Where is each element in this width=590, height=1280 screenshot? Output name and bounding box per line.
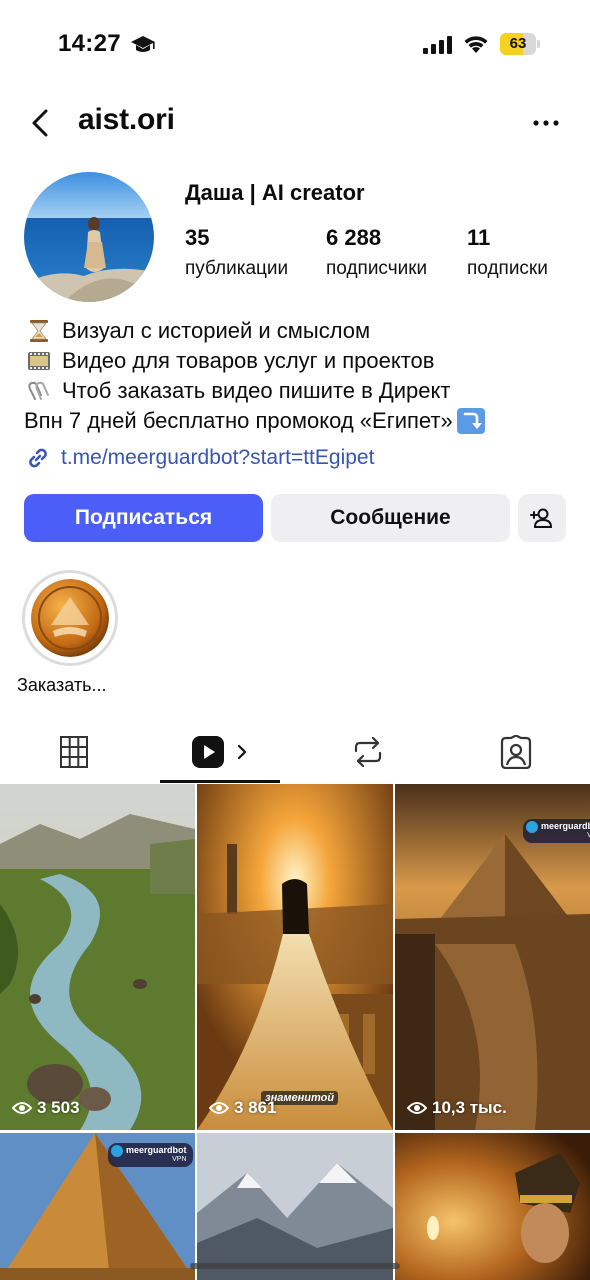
link-url[interactable]: t.me/meerguardbot?start=ttEgipet: [61, 446, 374, 470]
telegram-icon: [111, 1145, 123, 1157]
cellular-signal-icon: [423, 36, 452, 54]
active-tab-indicator: [160, 780, 280, 783]
reel-thumbnail[interactable]: знаменитой 3 861: [197, 784, 393, 1130]
more-dots-icon[interactable]: [528, 109, 564, 137]
eye-icon: [209, 1102, 229, 1114]
paperclips-icon: [28, 381, 49, 400]
stat-value: 35: [185, 225, 210, 250]
stat-following[interactable]: 11 подписки: [467, 225, 548, 280]
stat-followers[interactable]: 6 288 подписчики: [326, 225, 427, 280]
tab-reposts[interactable]: [308, 722, 428, 782]
follow-button[interactable]: Подписаться: [24, 494, 263, 542]
tab-posts[interactable]: [14, 722, 134, 782]
eye-icon: [407, 1102, 427, 1114]
telegram-icon: [526, 821, 538, 833]
view-count: 3 503: [12, 1098, 80, 1118]
profile-header: aist.ori: [0, 95, 590, 151]
view-count: 3 861: [209, 1098, 277, 1118]
bio-line: Чтоб заказать видео пишите в Директ: [24, 376, 584, 406]
hourglass-icon: [30, 320, 48, 342]
content-tabs: [0, 722, 590, 783]
stat-label: подписки: [467, 258, 548, 279]
stat-label: публикации: [185, 258, 289, 279]
stat-label: подписчики: [326, 258, 428, 279]
link-icon: [29, 448, 47, 468]
stat-value: 11: [467, 225, 491, 250]
chevron-right-icon: [237, 744, 247, 760]
battery-icon: 63: [500, 33, 540, 55]
reel-thumbnail[interactable]: [197, 1133, 393, 1280]
avatar[interactable]: [24, 172, 154, 302]
add-person-icon: [530, 508, 553, 528]
highlight-label: Заказать...: [17, 675, 107, 695]
repost-icon: [354, 736, 382, 768]
reel-thumbnail[interactable]: meerguardbot VPN: [0, 1133, 195, 1280]
bio: Визуал с историей и смыслом Видео для то…: [24, 316, 584, 436]
bio-line: Впн 7 дней бесплатно промокод «Египет»: [24, 406, 584, 436]
status-bar: 14:27 63: [0, 0, 590, 90]
page-title: aist.ori: [78, 103, 175, 136]
watermark-badge: meerguardbot VPN: [108, 1143, 193, 1167]
reel-thumbnail[interactable]: meerguardbot VPN 10,3 тыс.: [395, 784, 590, 1130]
film-frames-icon: [28, 352, 50, 370]
graduation-cap-icon: [131, 36, 155, 52]
battery-level: 63: [509, 35, 527, 52]
stat-value: 6 288: [326, 225, 382, 250]
reels-icon: [192, 736, 224, 768]
bio-link[interactable]: t.me/meerguardbot?start=ttEgipet: [24, 444, 374, 472]
chevron-left-icon[interactable]: [24, 105, 58, 141]
bio-text: Впн 7 дней бесплатно промокод «Египет»: [24, 408, 453, 433]
highlight-cover: [31, 579, 109, 657]
grid-icon: [60, 736, 88, 768]
wifi-icon: [464, 36, 488, 53]
bio-text: Визуал с историей и смыслом: [62, 318, 371, 343]
view-count: 10,3 тыс.: [407, 1098, 507, 1118]
status-time: 14:27: [58, 30, 121, 57]
watermark-badge: meerguardbot VPN: [523, 819, 590, 843]
message-button[interactable]: Сообщение: [271, 494, 510, 542]
tab-tagged[interactable]: [456, 722, 576, 782]
eye-icon: [12, 1102, 32, 1114]
highlight-story[interactable]: [22, 570, 118, 666]
display-name: Даша | AI creator: [185, 180, 365, 205]
bio-text: Видео для товаров услуг и проектов: [62, 348, 435, 373]
tagged-icon: [500, 735, 532, 769]
reel-thumbnail[interactable]: 3 503: [0, 784, 195, 1130]
stat-posts[interactable]: 35 публикации: [185, 225, 288, 280]
home-indicator[interactable]: [190, 1263, 400, 1269]
tab-reels[interactable]: [160, 722, 280, 782]
bio-text: Чтоб заказать видео пишите в Директ: [62, 378, 451, 403]
add-friend-button[interactable]: [518, 494, 566, 542]
reel-thumbnail[interactable]: [395, 1133, 590, 1280]
bio-line: Видео для товаров услуг и проектов: [24, 346, 584, 376]
reels-grid: 3 503 знаменитой 3 861 meerguard V 10,3 …: [0, 784, 590, 1280]
bio-line: Визуал с историей и смыслом: [24, 316, 584, 346]
arrow-down-box-icon: [456, 408, 485, 434]
